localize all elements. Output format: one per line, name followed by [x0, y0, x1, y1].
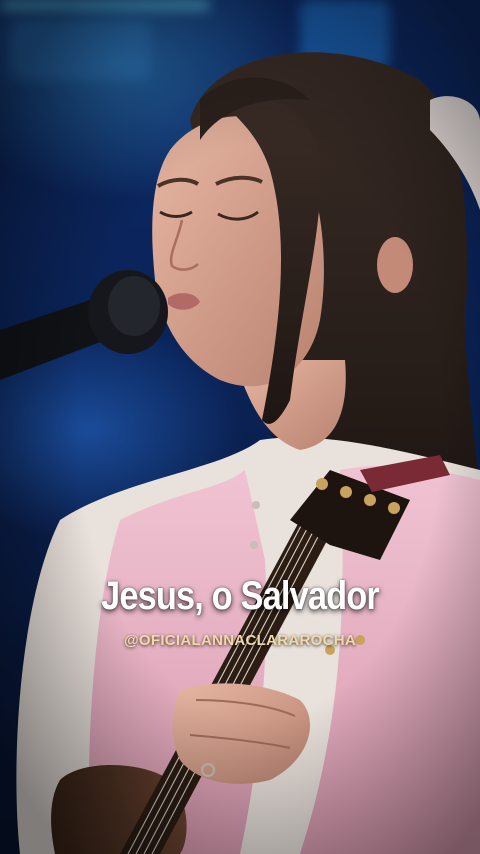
artist-handle: @OFICIALANNACLARAROCHA [123, 632, 357, 649]
song-title: Jesus, o Salvador [101, 574, 380, 618]
video-frame: Jesus, o Salvador @OFICIALANNACLARAROCHA [0, 0, 480, 854]
microphone [0, 270, 168, 380]
singer-illustration [0, 52, 480, 854]
